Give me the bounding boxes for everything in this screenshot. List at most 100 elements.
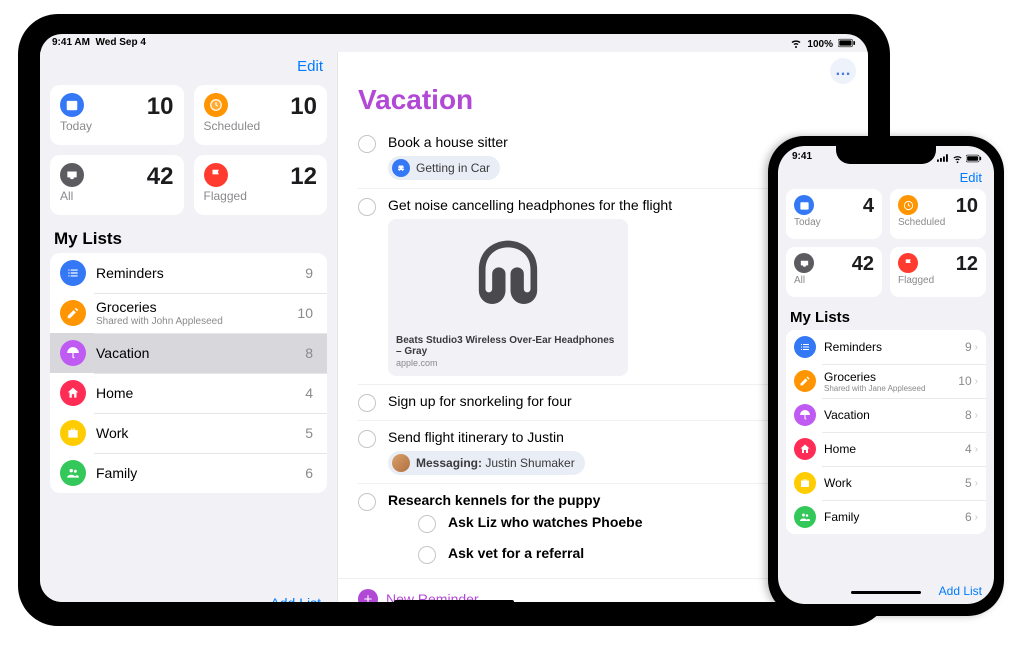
- mylists-container: Reminders 9 GroceriesShared with John Ap…: [50, 253, 327, 493]
- list-row-home[interactable]: Home 4›: [786, 432, 986, 466]
- messaging-chip[interactable]: Messaging: Justin Shumaker: [388, 451, 585, 475]
- list-name: Family: [824, 510, 965, 524]
- card-flagged[interactable]: Flagged 12: [194, 155, 328, 215]
- edit-button[interactable]: Edit: [297, 52, 327, 77]
- list-name: Reminders: [96, 265, 305, 281]
- checkbox[interactable]: [358, 198, 376, 216]
- list-row-family[interactable]: Family 6: [50, 453, 327, 493]
- list-row-vacation[interactable]: Vacation 8›: [786, 398, 986, 432]
- mylists-container: Reminders 9› GroceriesShared with Jane A…: [786, 330, 986, 534]
- list-row-reminders[interactable]: Reminders 9›: [786, 330, 986, 364]
- reminder-title: Sign up for snorkeling for four: [388, 393, 572, 409]
- iphone-home-indicator: [851, 591, 921, 594]
- list-name: Vacation: [96, 345, 305, 361]
- list-row-work[interactable]: Work 5›: [786, 466, 986, 500]
- list-name: Work: [96, 425, 305, 441]
- list-name: Vacation: [824, 408, 965, 422]
- car-icon: [392, 159, 410, 177]
- card-today-label: Today: [794, 217, 821, 228]
- avatar-icon: [392, 454, 410, 472]
- clock-icon: [204, 93, 228, 117]
- location-chip[interactable]: Getting in Car: [388, 156, 500, 180]
- list-count: 8: [305, 345, 313, 361]
- home-icon: [60, 380, 86, 406]
- card-flagged-label: Flagged: [898, 275, 934, 286]
- checkbox[interactable]: [418, 515, 436, 533]
- smart-lists-grid: Today 10 Scheduled 10: [50, 85, 327, 215]
- checkbox[interactable]: [418, 546, 436, 564]
- ipad-home-indicator: [394, 600, 514, 604]
- chip-label: Messaging: Justin Shumaker: [416, 456, 575, 470]
- chevron-right-icon: ›: [975, 342, 978, 353]
- status-time: 9:41 AM: [52, 37, 90, 48]
- smart-lists-grid: Today 4 Scheduled 10 All 42 Flagged 12: [786, 189, 986, 297]
- battery-percent: 100%: [807, 39, 833, 50]
- card-today-label: Today: [60, 119, 92, 133]
- checkbox[interactable]: [358, 430, 376, 448]
- list-row-family[interactable]: Family 6›: [786, 500, 986, 534]
- reminder-title: Book a house sitter: [388, 134, 508, 150]
- card-all-label: All: [794, 275, 814, 286]
- list-name: Home: [824, 442, 965, 456]
- status-time: 9:41: [792, 151, 812, 168]
- card-today-count: 4: [863, 195, 874, 218]
- people-icon: [60, 460, 86, 486]
- iphone-device-frame: 9:41 Edit Today 4 Scheduled 10 All: [768, 136, 1004, 616]
- attachment-caption: Beats Studio3 Wireless Over-Ear Headphon…: [396, 335, 620, 357]
- card-scheduled[interactable]: Scheduled 10: [194, 85, 328, 145]
- list-row-groceries[interactable]: GroceriesShared with Jane Appleseed 10›: [786, 364, 986, 398]
- list-count: 4: [305, 385, 313, 401]
- status-date: Wed Sep 4: [96, 37, 146, 48]
- list-count: 9: [305, 265, 313, 281]
- list-count: 5: [965, 476, 972, 490]
- link-attachment[interactable]: Beats Studio3 Wireless Over-Ear Headphon…: [388, 219, 628, 376]
- card-today-count: 10: [147, 93, 174, 121]
- card-all[interactable]: All 42: [786, 247, 882, 297]
- list-count: 5: [305, 425, 313, 441]
- list-name: Groceries: [96, 299, 297, 315]
- home-icon: [794, 438, 816, 460]
- ipad-sidebar: Edit Today 10 Scheduled: [40, 52, 337, 602]
- card-today[interactable]: Today 4: [786, 189, 882, 239]
- flag-icon: [204, 163, 228, 187]
- pencil-icon: [794, 370, 816, 392]
- card-flagged[interactable]: Flagged 12: [890, 247, 986, 297]
- ipad-screen: 9:41 AM Wed Sep 4 100% Edit Today 10: [40, 34, 868, 602]
- reminder-title: Get noise cancelling headphones for the …: [388, 197, 672, 213]
- list-row-vacation[interactable]: Vacation 8: [50, 333, 327, 373]
- card-all-count: 42: [852, 253, 874, 276]
- card-scheduled[interactable]: Scheduled 10: [890, 189, 986, 239]
- chip-label: Getting in Car: [416, 161, 490, 175]
- ellipsis-icon: …: [835, 62, 851, 80]
- plus-icon: +: [358, 589, 378, 602]
- list-count: 10: [297, 305, 313, 321]
- people-icon: [794, 506, 816, 528]
- card-all[interactable]: All 42: [50, 155, 184, 215]
- attachment-source: apple.com: [396, 358, 620, 368]
- list-count: 6: [965, 510, 972, 524]
- card-today[interactable]: Today 10: [50, 85, 184, 145]
- list-name: Work: [824, 476, 965, 490]
- checkbox[interactable]: [358, 493, 376, 511]
- list-row-reminders[interactable]: Reminders 9: [50, 253, 327, 293]
- mylists-heading: My Lists: [790, 309, 986, 326]
- add-list-button[interactable]: Add List: [50, 589, 327, 602]
- list-row-work[interactable]: Work 5: [50, 413, 327, 453]
- umbrella-icon: [794, 404, 816, 426]
- checkbox[interactable]: [358, 394, 376, 412]
- card-scheduled-label: Scheduled: [204, 119, 261, 133]
- mylists-heading: My Lists: [54, 229, 327, 249]
- more-button[interactable]: …: [830, 58, 856, 84]
- add-list-button[interactable]: Add List: [786, 580, 986, 600]
- reminder-title: Send flight itinerary to Justin: [388, 429, 564, 445]
- list-row-home[interactable]: Home 4: [50, 373, 327, 413]
- card-all-count: 42: [147, 163, 174, 191]
- briefcase-icon: [794, 472, 816, 494]
- list-count: 4: [965, 442, 972, 456]
- list-row-groceries[interactable]: GroceriesShared with John Appleseed 10: [50, 293, 327, 333]
- chevron-right-icon: ›: [975, 444, 978, 455]
- battery-icon: [966, 154, 982, 166]
- calendar-icon: [60, 93, 84, 117]
- edit-button[interactable]: Edit: [960, 168, 986, 189]
- checkbox[interactable]: [358, 135, 376, 153]
